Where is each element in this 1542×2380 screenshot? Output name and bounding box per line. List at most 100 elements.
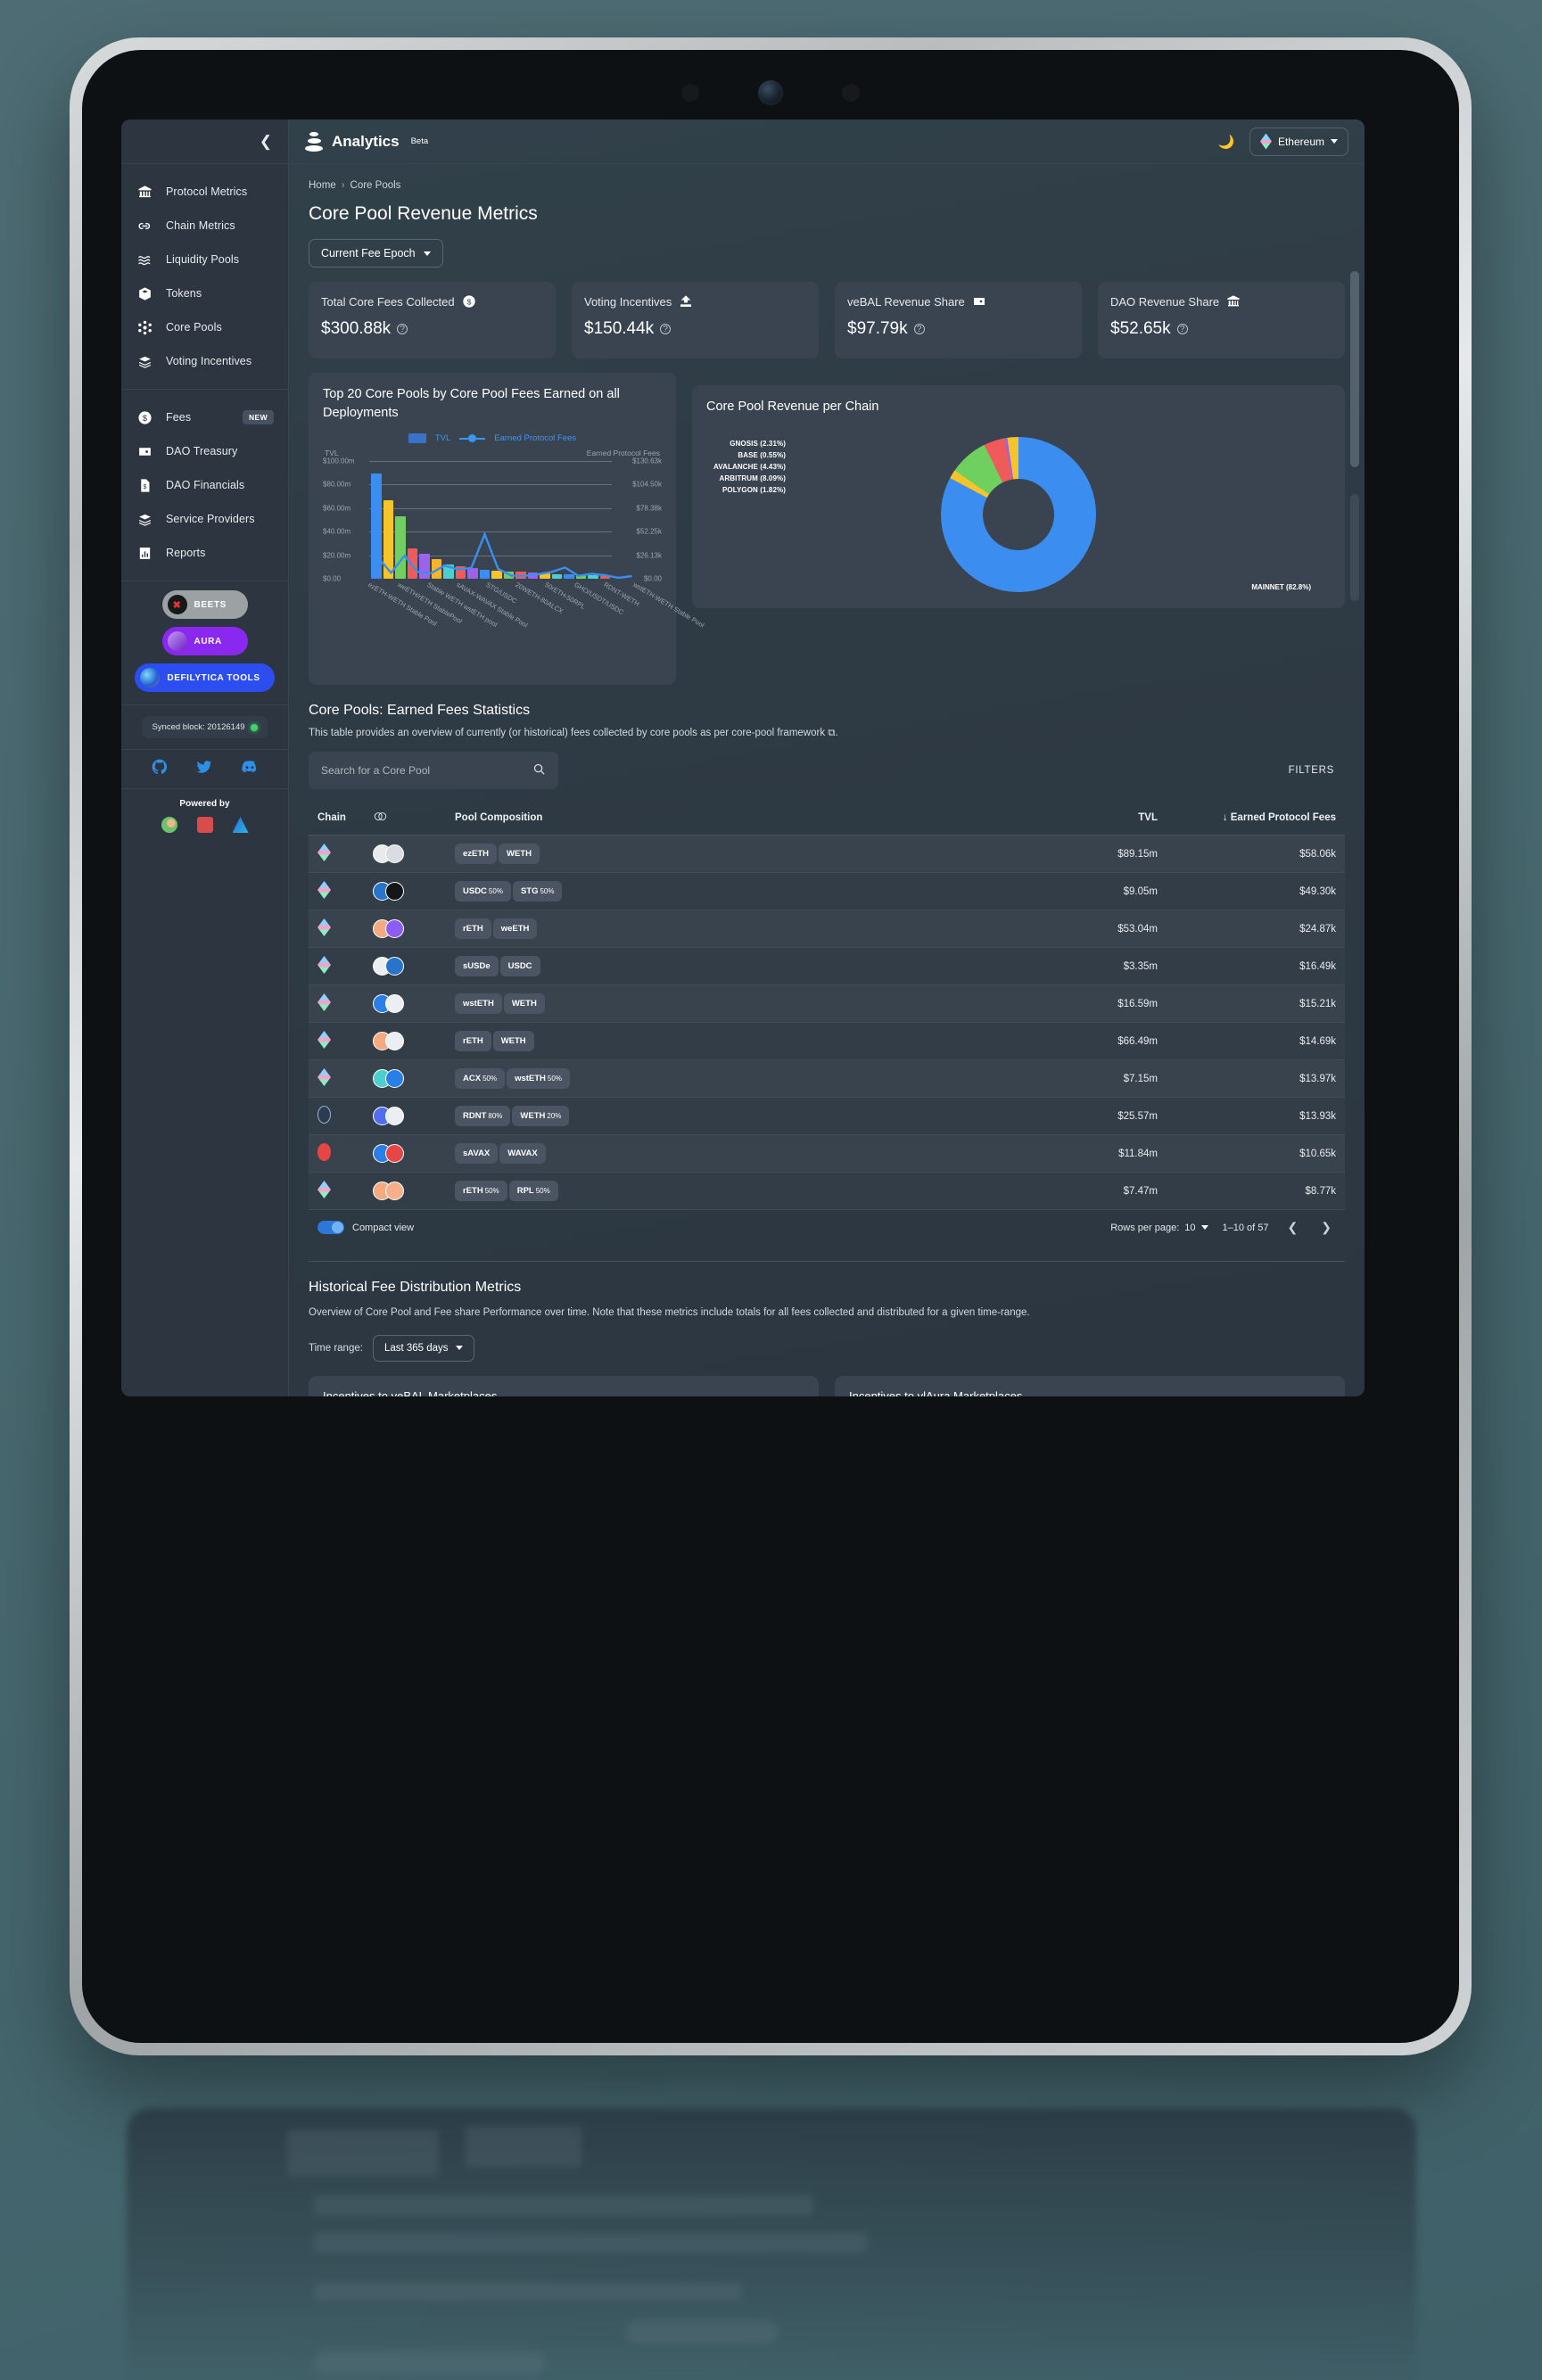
- column-pool-composition[interactable]: Pool Composition: [446, 801, 1015, 836]
- fee-epoch-selector[interactable]: Current Fee Epoch: [309, 239, 443, 268]
- cell-tvl: $89.15m: [1015, 835, 1167, 873]
- metric-card-voting-incentives: Voting Incentives $150.44k ?: [572, 282, 819, 358]
- breadcrumb-home[interactable]: Home: [309, 180, 336, 191]
- toggle-switch[interactable]: [317, 1221, 344, 1234]
- arbitrum-icon: [317, 1106, 331, 1124]
- chart-plot-area: $0.00 $0.00 $20.00m $26.13k $40.00m $52.25k $6…: [323, 457, 662, 583]
- brand-label: BEETS: [194, 599, 227, 610]
- table-row[interactable]: wstETH WETH $16.59m $15.21k: [309, 984, 1345, 1023]
- filters-button[interactable]: FILTERS: [1278, 758, 1345, 783]
- table-row[interactable]: USDC 50% STG 50% $9.05m $49.30k: [309, 872, 1345, 910]
- cell-earned-fees: $14.69k: [1167, 1022, 1345, 1060]
- sidebar-item-dao-financials[interactable]: $ DAO Financials: [121, 468, 288, 502]
- chevron-left-icon[interactable]: ❮: [1283, 1220, 1303, 1235]
- table-row[interactable]: ezETH WETH $89.15m $58.06k: [309, 835, 1345, 873]
- sidebar-item-voting-incentives[interactable]: Voting Incentives: [121, 344, 288, 378]
- sidebar-item-service-providers[interactable]: Service Providers: [121, 502, 288, 536]
- rows-per-page[interactable]: Rows per page: 10: [1110, 1223, 1208, 1233]
- table-row[interactable]: sUSDe USDC $3.35m $16.49k: [309, 947, 1345, 985]
- metric-card-label: veBAL Revenue Share: [847, 294, 965, 309]
- sidebar-item-tokens[interactable]: Tokens: [121, 276, 288, 310]
- sidebar-item-core-pools[interactable]: Core Pools: [121, 310, 288, 344]
- compact-view-toggle[interactable]: Compact view: [317, 1221, 414, 1234]
- y2-axis-label: Earned Protocol Fees: [586, 449, 660, 458]
- chart-axis-names: TVL Earned Protocol Fees: [323, 447, 662, 457]
- core-pools-table: Chain Pool Composition TVL ↓ Earned Prot…: [309, 801, 1345, 1210]
- pie-label: POLYGON (1.82%): [722, 486, 786, 495]
- powered-by-icons: [121, 809, 288, 845]
- cell-pool-composition: rETH WETH: [446, 1022, 1015, 1060]
- sidebar-item-fees[interactable]: $ Fees NEW: [121, 400, 288, 434]
- camera-row: [82, 80, 1459, 105]
- help-icon[interactable]: ?: [660, 324, 672, 334]
- metric-card-label: DAO Revenue Share: [1110, 294, 1220, 309]
- table-row[interactable]: RDNT 80% WETH 20% $25.57m $13.93k: [309, 1097, 1345, 1135]
- balancer-logo-icon: [305, 131, 323, 152]
- viewport-scrollbar[interactable]: [1350, 271, 1359, 467]
- two-coins-icon: [373, 812, 388, 827]
- token-icon: [385, 1032, 404, 1050]
- help-icon[interactable]: ?: [913, 324, 925, 334]
- sidebar-item-liquidity-pools[interactable]: Liquidity Pools: [121, 243, 288, 276]
- historical-section-title: Historical Fee Distribution Metrics: [309, 1280, 522, 1295]
- cell-tvl: $25.57m: [1015, 1097, 1167, 1135]
- discord-icon[interactable]: [241, 758, 259, 780]
- sidebar-item-chain-metrics[interactable]: Chain Metrics: [121, 209, 288, 243]
- brand-link-beets[interactable]: ✖ BEETS: [161, 590, 248, 619]
- table-row[interactable]: sAVAX WAVAX $11.84m $10.65k: [309, 1134, 1345, 1173]
- moon-icon[interactable]: 🌙: [1212, 129, 1241, 154]
- app-screen: ❮ Protocol Metrics Chain Metrics Liquidi…: [121, 119, 1365, 1396]
- sidebar-item-protocol-metrics[interactable]: Protocol Metrics: [121, 175, 288, 209]
- table-row[interactable]: rETH 50% RPL 50% $7.47m $8.77k: [309, 1172, 1345, 1210]
- sidebar-item-reports[interactable]: Reports: [121, 536, 288, 570]
- search-input[interactable]: Search for a Core Pool: [309, 752, 558, 789]
- aura-logo-icon: [167, 631, 187, 651]
- token-pair-icons: [373, 919, 437, 938]
- time-range-selector[interactable]: Last 365 days: [372, 1334, 474, 1362]
- metric-card-total-core-fees: Total Core Fees Collected $ $300.88k ?: [309, 282, 556, 358]
- pie-label-mainnet: MAINNET (82.8%): [1251, 583, 1311, 592]
- pie-labels: GNOSIS (2.31%) BASE (0.55%) AVALANCHE (4.4…: [713, 440, 786, 498]
- github-icon[interactable]: [151, 758, 169, 780]
- table-row[interactable]: rETH weETH $53.04m $24.87k: [309, 910, 1345, 948]
- help-icon[interactable]: ?: [1176, 324, 1188, 334]
- pagination: Rows per page: 10 1–10 of 57 ❮ ❯: [1110, 1220, 1336, 1235]
- token-chip: rETH 50%: [455, 1181, 507, 1201]
- brand-link-defilytica-tools[interactable]: DEFILYTICA TOOLS: [135, 663, 275, 692]
- cell-token-icons: [364, 947, 446, 985]
- token-chip: rETH: [455, 1031, 491, 1051]
- bar-chart-icon: [136, 544, 153, 562]
- sync-status-dot: [250, 723, 258, 731]
- chart-legend: TVL Earned Protocol Fees: [323, 433, 662, 444]
- token-pair-icons: [373, 1032, 437, 1050]
- donut-graphic: [941, 437, 1096, 593]
- cell-tvl: $16.59m: [1015, 984, 1167, 1023]
- ballot-box-icon: [679, 294, 693, 309]
- chain-selector[interactable]: Ethereum: [1249, 127, 1348, 156]
- sidebar-item-dao-treasury[interactable]: DAO Treasury: [121, 434, 288, 468]
- y-axis-tick: $100.00m: [323, 457, 355, 465]
- pie-label: AVALANCHE (4.43%): [713, 463, 786, 472]
- table-row[interactable]: ACX 50% wstETH 50% $7.15m $13.97k: [309, 1059, 1345, 1098]
- ethereum-icon: [317, 956, 331, 974]
- help-icon[interactable]: ?: [397, 324, 408, 334]
- brand-link-aura[interactable]: AURA: [161, 627, 248, 655]
- table-section-description: This table provides an overview of curre…: [309, 728, 838, 738]
- table-row[interactable]: rETH WETH $66.49m $14.69k: [309, 1022, 1345, 1060]
- screen-reflection: [127, 2108, 1416, 2380]
- token-chip: RDNT 80%: [455, 1106, 511, 1126]
- rows-per-page-label: Rows per page:: [1110, 1222, 1180, 1233]
- token-chip: sAVAX: [455, 1143, 499, 1164]
- column-earned-protocol-fees[interactable]: ↓ Earned Protocol Fees: [1167, 801, 1345, 836]
- token-pair-icons: [373, 1069, 437, 1088]
- column-chain[interactable]: Chain: [309, 801, 364, 836]
- y-axis-tick: $80.00m: [323, 480, 351, 489]
- chevron-right-icon[interactable]: ❯: [1316, 1220, 1336, 1235]
- bank-icon: [1226, 294, 1241, 309]
- viewport-scrollbar-secondary[interactable]: [1350, 494, 1359, 601]
- token-pair-icons: [373, 994, 437, 1013]
- collapse-sidebar-icon[interactable]: ❮: [260, 134, 272, 149]
- column-tvl[interactable]: TVL: [1015, 801, 1167, 836]
- pie-label: ARBITRUM (8.09%): [719, 474, 786, 483]
- twitter-icon[interactable]: [195, 758, 213, 780]
